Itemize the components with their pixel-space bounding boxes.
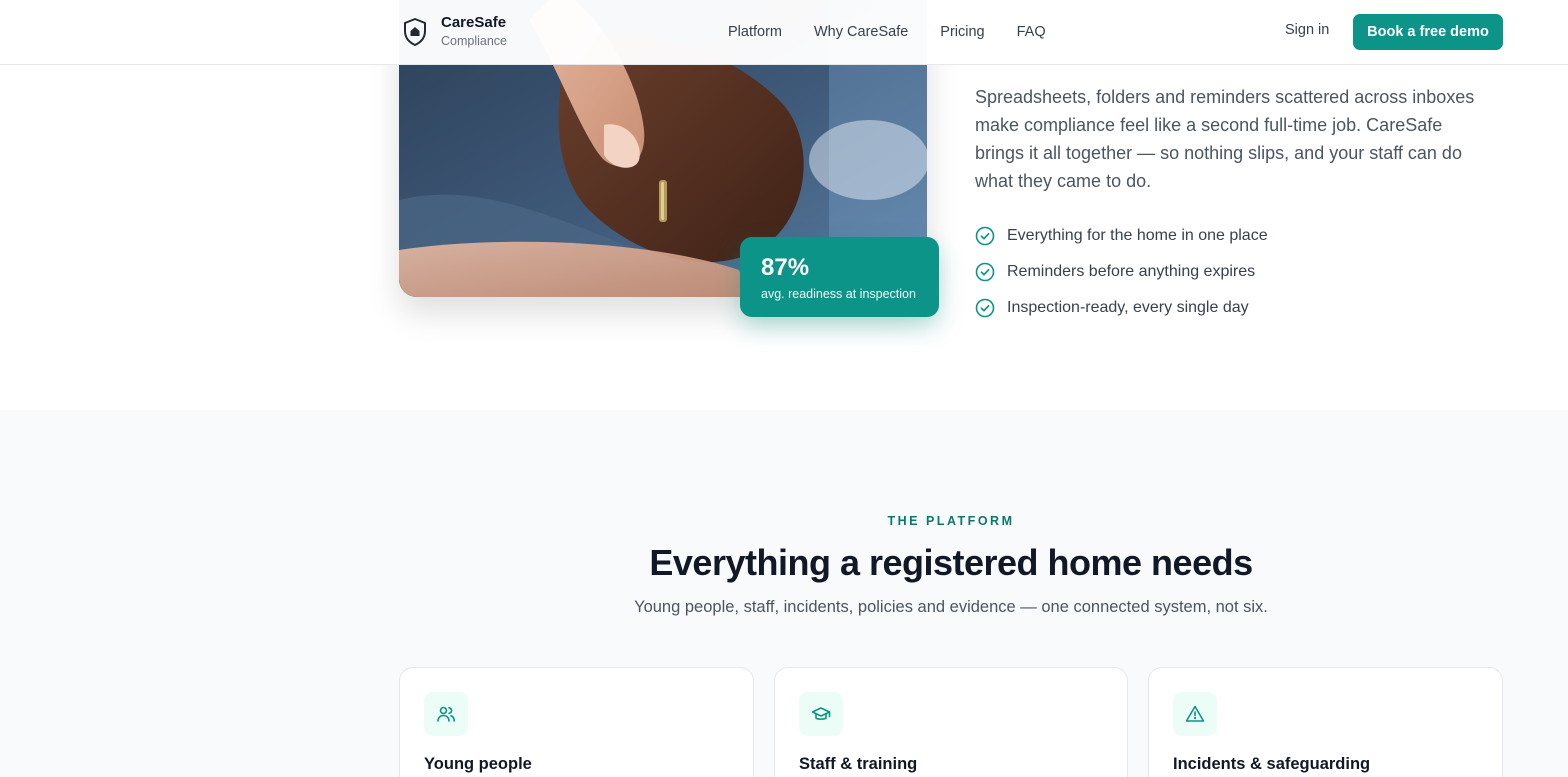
benefit-checklist: Everything for the home in one place Rem…	[975, 218, 1268, 326]
hero-body-text: Spreadsheets, folders and reminders scat…	[975, 87, 1475, 191]
check-circle-icon	[975, 226, 995, 246]
warning-icon	[1173, 692, 1217, 736]
book-demo-button[interactable]: Book a free demo	[1353, 14, 1503, 50]
nav-link-faq[interactable]: FAQ	[1017, 24, 1046, 40]
checklist-item-text: Everything for the home in one place	[1007, 227, 1268, 244]
section-title: Everything a registered home needs	[649, 542, 1253, 583]
graduation-cap-icon	[799, 692, 843, 736]
main-nav: Platform Why CareSafe Pricing FAQ	[728, 0, 1078, 64]
checklist-item-text: Inspection-ready, every single day	[1007, 299, 1249, 316]
users-icon	[424, 692, 468, 736]
nav-link-pricing[interactable]: Pricing	[940, 24, 984, 40]
nav-link-platform[interactable]: Platform	[728, 24, 782, 40]
brand-logo[interactable]: CareSafe Compliance	[401, 14, 507, 50]
site-header: CareSafe Compliance Platform Why CareSaf…	[0, 0, 1568, 65]
platform-section: THE PLATFORM Everything a registered hom…	[0, 410, 1568, 777]
checklist-item: Inspection-ready, every single day	[975, 290, 1268, 326]
feature-card-young-people[interactable]: Young people	[399, 667, 754, 777]
brand-subtitle: Compliance	[441, 34, 508, 48]
readiness-stat-value: 87%	[761, 254, 810, 281]
checklist-item: Reminders before anything expires	[975, 254, 1268, 290]
feature-card-incidents-safeguarding[interactable]: Incidents & safeguarding	[1148, 667, 1503, 777]
feature-card-staff-training[interactable]: Staff & training	[774, 667, 1128, 777]
feature-card-title: Young people	[424, 755, 532, 773]
checklist-item-text: Reminders before anything expires	[1007, 263, 1256, 280]
readiness-stat-label: avg. readiness at inspection	[761, 287, 916, 301]
check-circle-icon	[975, 262, 995, 282]
sign-in-link[interactable]: Sign in	[1285, 22, 1329, 38]
feature-card-title: Staff & training	[799, 755, 918, 773]
nav-link-why-caresafe[interactable]: Why CareSafe	[814, 24, 908, 40]
checklist-item: Everything for the home in one place	[975, 218, 1268, 254]
check-circle-icon	[975, 298, 995, 318]
feature-card-title: Incidents & safeguarding	[1173, 755, 1371, 773]
readiness-stat-card: 87% avg. readiness at inspection	[740, 237, 939, 317]
section-eyebrow: THE PLATFORM	[887, 514, 1015, 528]
shield-home-icon	[401, 16, 429, 48]
section-subtitle: Young people, staff, incidents, policies…	[634, 598, 1268, 616]
brand-name: CareSafe	[441, 14, 507, 31]
